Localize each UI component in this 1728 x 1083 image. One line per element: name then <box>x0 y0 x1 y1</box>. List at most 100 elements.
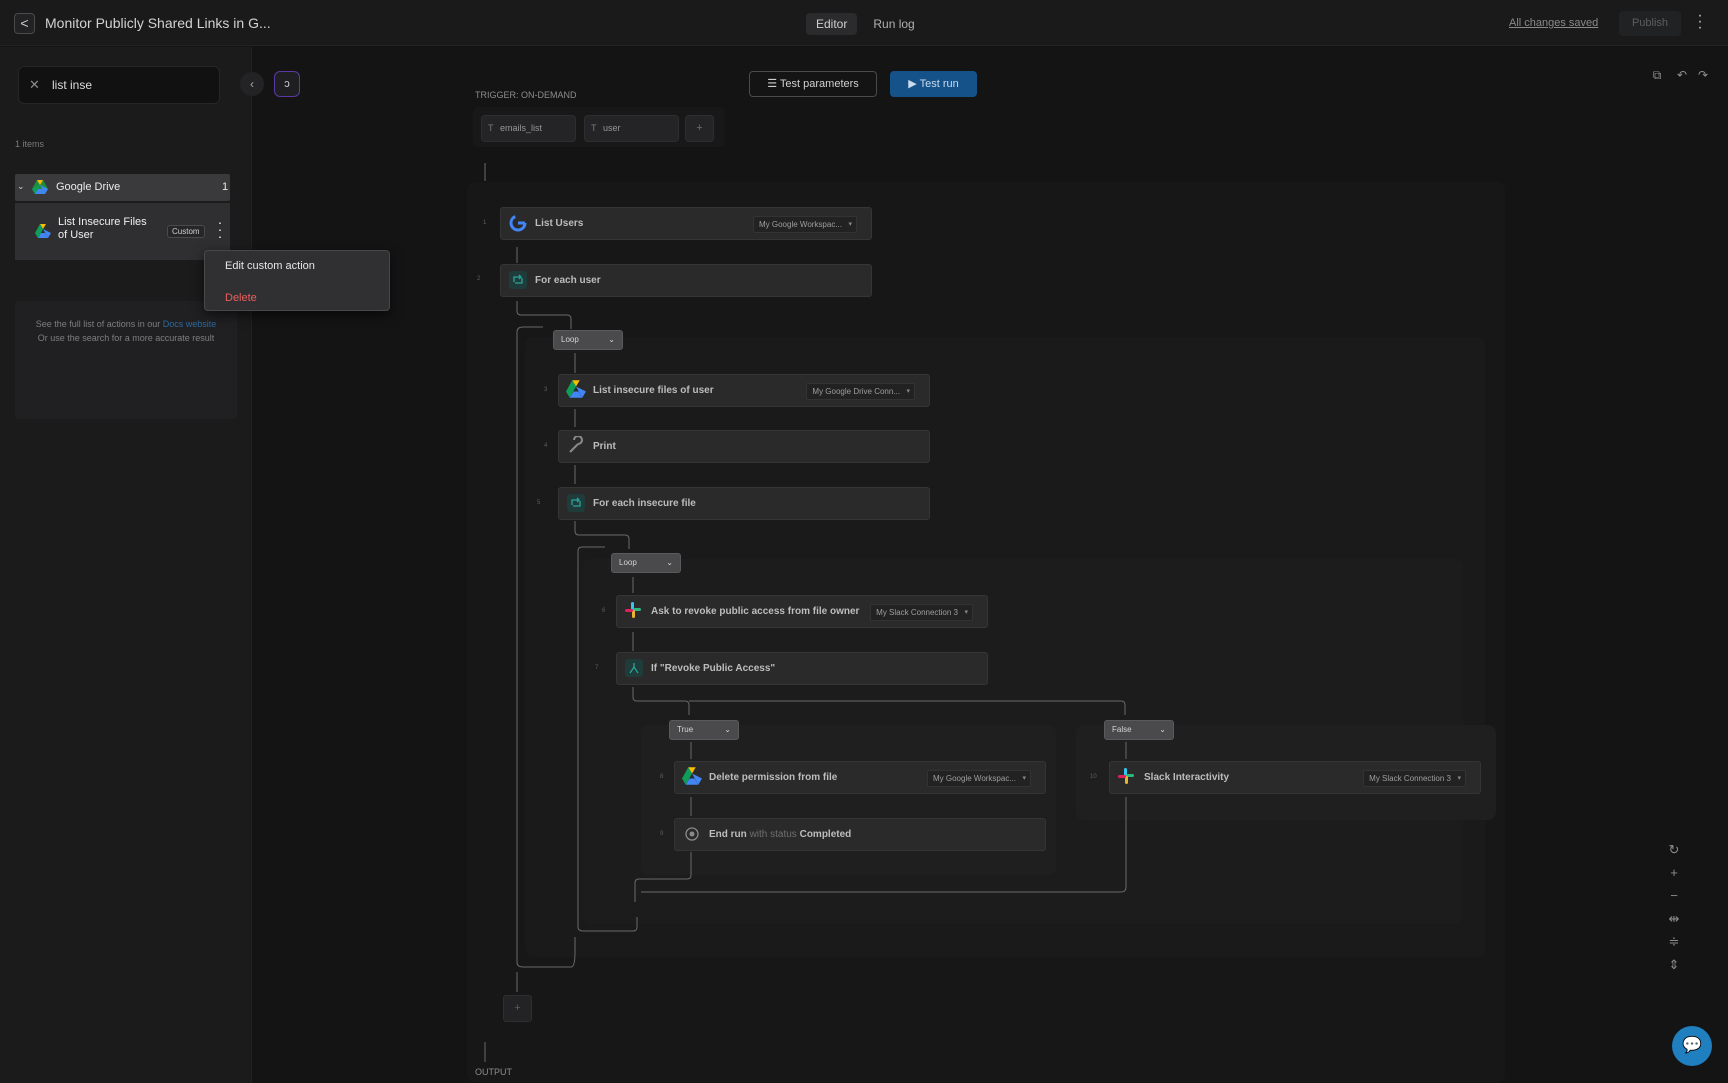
docs-link[interactable]: Docs website <box>163 319 217 329</box>
step-label: If "Revoke Public Access" <box>651 663 776 674</box>
docs-hint-text: See the full list of actions in our <box>35 319 163 329</box>
add-step-button[interactable]: + <box>503 995 532 1022</box>
step-number: 3 <box>544 387 548 393</box>
results-count: 1 items <box>15 139 45 149</box>
step-delete-permission[interactable]: Delete permission from file My Google Wo… <box>674 761 1046 794</box>
item-menu-icon[interactable]: · · · <box>213 215 227 245</box>
view-tabs: Editor Run log <box>806 13 925 35</box>
true-branch-tag[interactable]: True ⌄ <box>669 720 739 740</box>
step-number: 9 <box>660 831 664 837</box>
step-print[interactable]: Print <box>558 430 930 463</box>
loop-tag[interactable]: Loop ⌄ <box>553 330 623 350</box>
with-status-label: with status <box>749 829 797 840</box>
connection-select[interactable]: My Slack Connection 3 <box>1363 770 1466 787</box>
step-label: End run with status Completed <box>709 829 851 840</box>
slack-icon <box>1117 767 1139 789</box>
zoom-out-icon[interactable]: − <box>1662 884 1686 907</box>
workflow-title: Monitor Publicly Shared Links in G... <box>45 15 271 31</box>
step-number: 10 <box>1090 774 1097 780</box>
connection-select[interactable]: My Google Workspac... <box>927 770 1031 787</box>
integration-name: Google Drive <box>56 181 121 193</box>
step-for-each-user[interactable]: For each user <box>500 264 872 297</box>
step-label: List Users <box>535 218 584 229</box>
expand-icon[interactable]: ⇕ <box>1662 953 1686 976</box>
false-tag-label: False <box>1112 725 1132 734</box>
tab-editor[interactable]: Editor <box>806 13 858 35</box>
workflow-canvas[interactable]: ☰ Test parameters ▶ Test run ⧉ ↶ ↷ TRIGG… <box>253 47 1728 1083</box>
false-branch-tag[interactable]: False ⌄ <box>1104 720 1174 740</box>
item-context-menu: Edit custom action Delete <box>204 250 390 311</box>
step-label: List insecure files of user <box>593 385 714 396</box>
step-label: Delete permission from file <box>709 772 838 783</box>
loop-tag[interactable]: Loop ⌄ <box>611 553 681 573</box>
end-run-label: End run <box>709 829 747 840</box>
delete-item[interactable]: Delete <box>225 292 257 304</box>
google-drive-icon <box>566 380 588 402</box>
top-bar: < Monitor Publicly Shared Links in G... … <box>0 0 1728 46</box>
step-list-users[interactable]: List Users My Google Workspac... <box>500 207 872 240</box>
google-icon <box>508 213 530 235</box>
chevron-down-icon: ⌄ <box>1159 725 1166 734</box>
slack-icon <box>624 601 646 623</box>
status-value: Completed <box>799 829 852 840</box>
step-label: For each user <box>535 275 601 286</box>
loop-icon <box>566 493 588 515</box>
step-number: 8 <box>660 774 664 780</box>
loop-tag-label: Loop <box>619 558 637 567</box>
connection-select[interactable]: My Google Drive Conn... <box>806 383 915 400</box>
actions-sidebar: ✕ list inse 1 items ⌄ Google Drive 1 Lis… <box>0 47 252 1083</box>
back-button[interactable]: < <box>14 13 35 34</box>
connection-select[interactable]: My Slack Connection 3 <box>870 604 973 621</box>
chevron-down-icon: ⌄ <box>724 725 731 734</box>
search-value: list inse <box>52 78 93 92</box>
step-slack-interactivity[interactable]: Slack Interactivity My Slack Connection … <box>1109 761 1481 794</box>
branch-icon <box>624 658 646 680</box>
publish-button[interactable]: Publish <box>1619 11 1681 36</box>
step-number: 4 <box>544 443 548 449</box>
loop-tag-label: Loop <box>561 335 579 344</box>
step-label: For each insecure file <box>593 498 696 509</box>
action-item-list-insecure-files[interactable]: List Insecure Files of User Custom · · · <box>15 203 230 260</box>
action-search-input[interactable]: ✕ list inse <box>18 66 220 104</box>
step-label: Ask to revoke public access from file ow… <box>651 606 860 617</box>
step-label: Slack Interactivity <box>1144 772 1230 783</box>
integration-group-google-drive[interactable]: ⌄ Google Drive 1 <box>15 174 230 201</box>
zoom-controls: ↻ + − ⇹ ≑ ⇕ <box>1662 838 1686 988</box>
edit-custom-action-item[interactable]: Edit custom action <box>225 260 315 272</box>
step-number: 5 <box>537 500 541 506</box>
step-number: 1 <box>483 220 487 226</box>
flow-connectors <box>484 163 1127 1062</box>
reset-view-icon[interactable]: ↻ <box>1662 838 1686 861</box>
more-options-icon[interactable]: · · · <box>1696 8 1704 36</box>
docs-hint-text-end: Or use the search for a more accurate re… <box>37 333 215 343</box>
step-label: Print <box>593 441 616 452</box>
google-drive-icon <box>32 180 48 199</box>
step-list-insecure-files[interactable]: List insecure files of user My Google Dr… <box>558 374 930 407</box>
fit-vertical-icon[interactable]: ≑ <box>1662 930 1686 953</box>
chevron-down-icon: ⌄ <box>17 181 25 191</box>
chevron-down-icon: ⌄ <box>608 335 615 344</box>
step-if-revoke[interactable]: If "Revoke Public Access" <box>616 652 988 685</box>
loop-icon <box>508 270 530 292</box>
integration-count: 1 <box>222 181 229 193</box>
clear-search-icon[interactable]: ✕ <box>29 77 40 93</box>
chat-support-button[interactable]: 💬 <box>1672 1026 1712 1066</box>
step-number: 6 <box>602 608 606 614</box>
google-drive-icon <box>35 224 51 243</box>
stop-circle-icon <box>682 824 704 846</box>
step-for-each-insecure-file[interactable]: For each insecure file <box>558 487 930 520</box>
fit-horizontal-icon[interactable]: ⇹ <box>1662 907 1686 930</box>
output-label: OUTPUT <box>475 1067 512 1077</box>
zoom-in-icon[interactable]: + <box>1662 861 1686 884</box>
step-end-run[interactable]: End run with status Completed <box>674 818 1046 851</box>
wrench-icon <box>566 435 588 458</box>
step-number: 7 <box>595 665 599 671</box>
step-number: 2 <box>477 276 481 282</box>
true-tag-label: True <box>677 725 694 734</box>
google-drive-icon <box>682 767 704 789</box>
connection-select[interactable]: My Google Workspac... <box>753 216 857 233</box>
save-status-link[interactable]: All changes saved <box>1509 17 1598 29</box>
chat-icon: 💬 <box>1682 1037 1702 1054</box>
tab-run-log[interactable]: Run log <box>863 13 924 35</box>
step-ask-to-revoke[interactable]: Ask to revoke public access from file ow… <box>616 595 988 628</box>
